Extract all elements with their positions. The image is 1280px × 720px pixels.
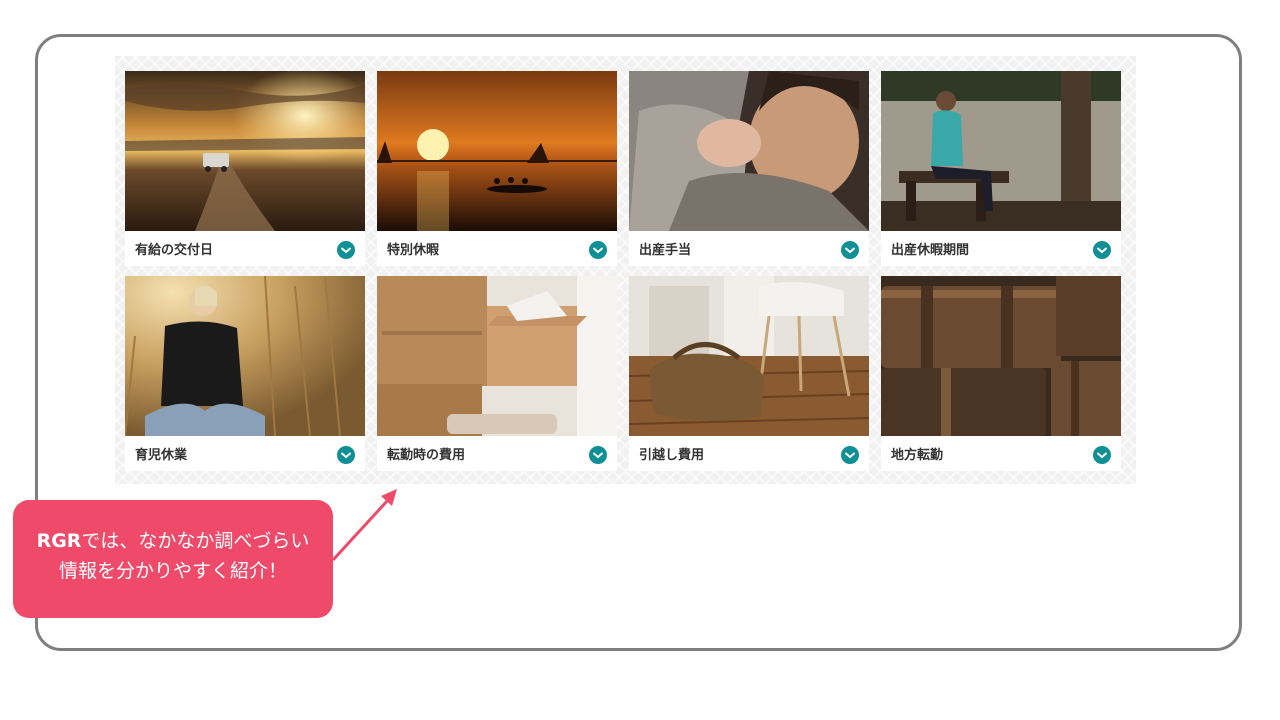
callout-line-1: RGRでは、なかなか調べづらい [13,526,333,556]
callout-brand: RGR [36,530,82,552]
callout-line-2: 情報を分かりやすく紹介！ [58,560,287,582]
callout-box: RGRでは、なかなか調べづらい 情報を分かりやすく紹介！ [13,500,333,618]
callout-line-1-text: では、なかなか調べづらい [81,530,310,552]
